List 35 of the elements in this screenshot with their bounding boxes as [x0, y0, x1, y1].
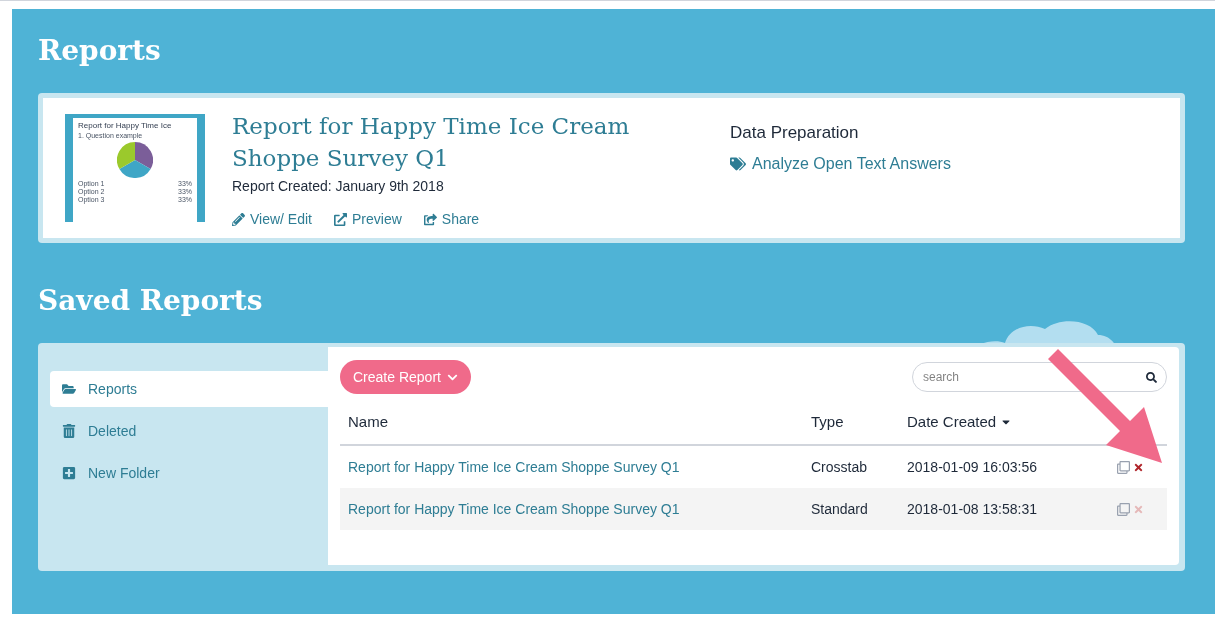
table-cell-text: Standard — [811, 499, 869, 519]
delete-icon[interactable] — [1133, 461, 1144, 473]
sidebar-item[interactable]: Reports — [50, 371, 328, 407]
saved-reports-title: Saved Reports — [38, 283, 264, 319]
search-field[interactable]: search — [912, 362, 1167, 392]
trash-icon — [62, 424, 76, 438]
report-name-link[interactable]: Report for Happy Time Ice Cream Shoppe Survey Q1 — [348, 498, 811, 520]
column-header: Type — [811, 411, 845, 432]
folder-icon — [62, 382, 76, 396]
share-icon — [423, 213, 437, 226]
external-link-icon — [334, 213, 347, 226]
table-cell-text: 2018-01-09 16:03:56 — [907, 457, 1038, 477]
sidebar-item[interactable]: Deleted — [50, 413, 328, 449]
analyze-link[interactable]: Analyze Open Text Answers — [730, 151, 951, 176]
copy-icon[interactable] — [1117, 502, 1130, 516]
pie-chart-drawing — [117, 142, 153, 178]
report-action-link[interactable]: View/ Edit — [232, 209, 312, 230]
column-header: Name — [348, 411, 389, 432]
table-cell-text: 2018-01-08 13:58:31 — [907, 499, 1038, 519]
tags-icon — [730, 155, 746, 172]
page-title: Reports — [38, 33, 162, 69]
report-created-date: Report Created: January 9th 2018 — [232, 177, 445, 196]
table-cell-text: Crosstab — [811, 457, 869, 477]
report-name-link[interactable]: Report for Happy Time Ice Cream Shoppe Survey Q1 — [348, 456, 811, 478]
column-header[interactable]: Date Created — [907, 410, 1013, 434]
sidebar-item[interactable]: New Folder — [50, 455, 328, 491]
data-preparation-heading: Data Preparation — [730, 122, 860, 144]
report-action-link[interactable]: Share — [423, 209, 480, 230]
plus-icon — [62, 466, 76, 480]
thumbnail-title: Report for Happy Time Ice — [78, 121, 173, 131]
pencil-icon — [232, 213, 245, 226]
search-icon — [1146, 372, 1157, 383]
create-report-button[interactable]: Create Report — [340, 360, 471, 394]
report-title[interactable]: Report for Happy Time Ice Cream Shoppe Survey Q1 — [232, 110, 652, 174]
report-action-link[interactable]: Preview — [334, 209, 402, 230]
